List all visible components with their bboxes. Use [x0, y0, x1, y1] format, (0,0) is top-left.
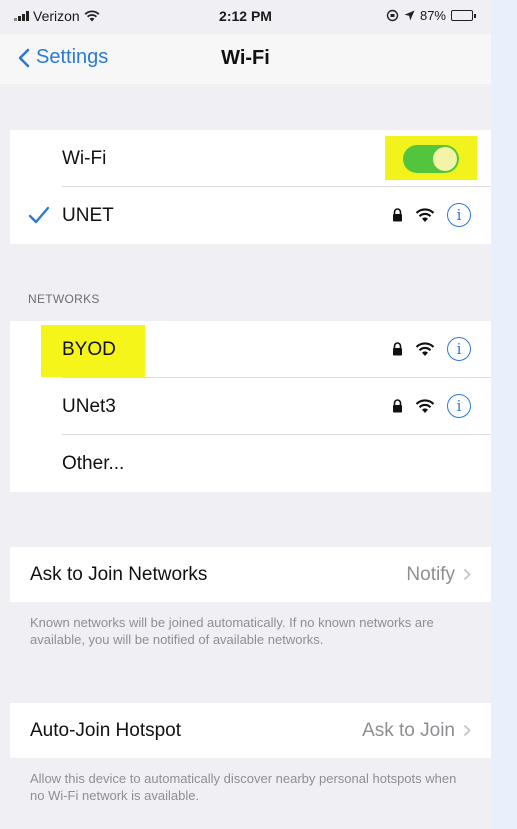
battery-icon	[451, 10, 476, 21]
auto-join-value-text: Ask to Join	[362, 719, 455, 741]
network-name: UNet3	[62, 395, 116, 417]
status-right: 87%	[386, 8, 476, 23]
wifi-icon	[415, 207, 435, 222]
page-title: Wi-Fi	[221, 47, 270, 69]
network-row-byod[interactable]: BYOD i	[10, 321, 491, 378]
lock-icon	[393, 342, 402, 356]
toggle-knob	[433, 147, 457, 171]
chevron-right-icon	[463, 568, 471, 581]
network-icons: i	[392, 203, 471, 227]
wifi-group: Wi-Fi UNET i	[10, 130, 491, 244]
networks-group: BYOD i UNet3 i Other...	[10, 321, 491, 492]
phone-screen: Verizon 2:12 PM 87% Settings Wi-Fi Wi-Fi…	[0, 0, 491, 829]
network-row-other[interactable]: Other...	[10, 435, 491, 492]
info-icon[interactable]: i	[447, 394, 471, 418]
wifi-toggle-row: Wi-Fi	[10, 130, 491, 187]
ask-to-join-group: Ask to Join Networks Notify	[10, 547, 491, 602]
auto-join-group: Auto-Join Hotspot Ask to Join	[10, 703, 491, 758]
network-icons: i	[392, 337, 471, 361]
wifi-toggle[interactable]	[403, 145, 459, 173]
auto-join-label: Auto-Join Hotspot	[30, 719, 182, 741]
auto-join-row[interactable]: Auto-Join Hotspot Ask to Join	[10, 703, 491, 758]
toggle-highlight	[385, 136, 477, 180]
ask-to-join-label: Ask to Join Networks	[30, 563, 208, 585]
lock-icon	[393, 208, 402, 222]
connected-network-row[interactable]: UNET i	[10, 187, 491, 244]
ask-to-join-value-text: Notify	[406, 563, 455, 585]
lock-icon	[393, 399, 402, 413]
ask-to-join-footnote: Known networks will be joined automatica…	[30, 615, 434, 647]
network-row-unet3[interactable]: UNet3 i	[10, 378, 491, 435]
network-icons: i	[392, 394, 471, 418]
info-icon[interactable]: i	[447, 203, 471, 227]
wifi-icon	[415, 398, 435, 413]
auto-join-footnote: Allow this device to automatically disco…	[30, 771, 457, 803]
chevron-right-icon	[463, 724, 471, 737]
auto-join-value: Ask to Join	[362, 720, 471, 742]
network-name: BYOD	[62, 338, 116, 360]
status-bar: Verizon 2:12 PM 87%	[0, 0, 491, 34]
location-icon	[404, 10, 415, 21]
checkmark-icon	[28, 206, 50, 224]
info-icon[interactable]: i	[447, 337, 471, 361]
navigation-bar: Settings Wi-Fi	[0, 34, 491, 84]
ask-to-join-row[interactable]: Ask to Join Networks Notify	[10, 547, 491, 602]
networks-section-header: NETWORKS	[28, 292, 100, 306]
connected-network-name: UNET	[62, 204, 114, 226]
battery-percent: 87%	[419, 8, 446, 23]
network-name: Other...	[62, 452, 125, 474]
wifi-icon	[415, 341, 435, 356]
edge-strip	[491, 0, 517, 829]
ask-to-join-value: Notify	[406, 564, 471, 586]
wifi-label: Wi-Fi	[62, 147, 107, 169]
rotation-lock-icon	[386, 9, 399, 22]
